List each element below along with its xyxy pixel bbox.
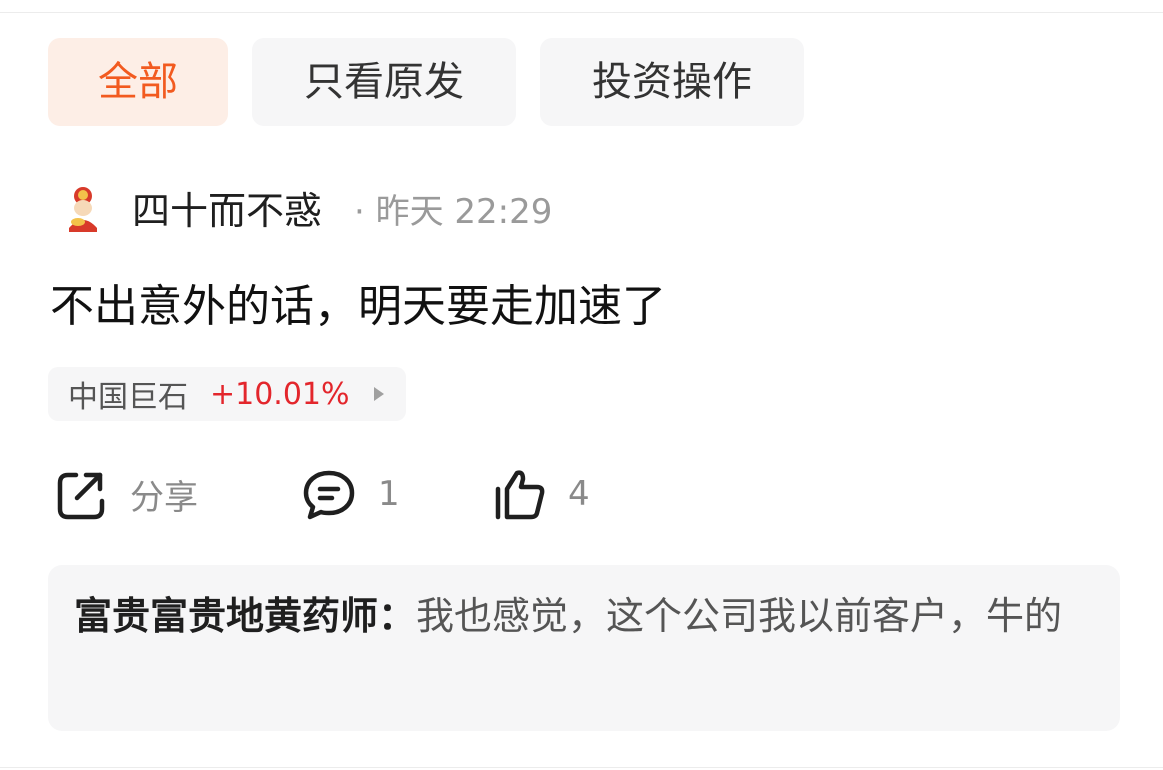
top-divider bbox=[0, 12, 1163, 13]
share-button[interactable]: 分享 bbox=[52, 462, 198, 526]
comment-text: 我也感觉，这个公司我以前客户，牛的 bbox=[416, 594, 1063, 638]
post-timestamp: · 昨天 22:29 bbox=[354, 192, 553, 232]
play-arrow-icon bbox=[373, 387, 384, 401]
share-icon bbox=[52, 465, 110, 523]
tab-original-only[interactable]: 只看原发 bbox=[252, 38, 516, 126]
share-label: 分享 bbox=[130, 477, 198, 518]
thumbs-up-icon bbox=[490, 465, 548, 523]
tab-all[interactable]: 全部 bbox=[48, 38, 228, 126]
comment-count: 1 bbox=[378, 474, 400, 514]
comment-icon bbox=[300, 465, 358, 523]
post-detail-page: 全部 只看原发 投资操作 四十而不惑 · 昨天 22:29 不出意外的话，明天要… bbox=[0, 0, 1163, 770]
tab-investment-operations[interactable]: 投资操作 bbox=[540, 38, 804, 126]
stock-name: 中国巨石 bbox=[68, 380, 188, 415]
comment-author[interactable]: 富贵富贵地黄药师： bbox=[74, 594, 416, 638]
post-content: 不出意外的话，明天要走加速了 bbox=[50, 281, 666, 332]
avatar[interactable] bbox=[52, 182, 114, 244]
bottom-divider bbox=[0, 767, 1163, 768]
stock-chip[interactable]: 中国巨石 +10.01% bbox=[48, 367, 406, 421]
like-count: 4 bbox=[568, 474, 590, 514]
like-button[interactable]: 4 bbox=[490, 462, 590, 526]
comment-body: 富贵富贵地黄药师：我也感觉，这个公司我以前客户，牛的 bbox=[74, 587, 1084, 645]
comment-preview[interactable]: 富贵富贵地黄药师：我也感觉，这个公司我以前客户，牛的 bbox=[48, 565, 1120, 731]
author-name[interactable]: 四十而不惑 bbox=[132, 186, 322, 236]
comment-button[interactable]: 1 bbox=[300, 462, 400, 526]
stock-change: +10.01% bbox=[210, 376, 350, 412]
